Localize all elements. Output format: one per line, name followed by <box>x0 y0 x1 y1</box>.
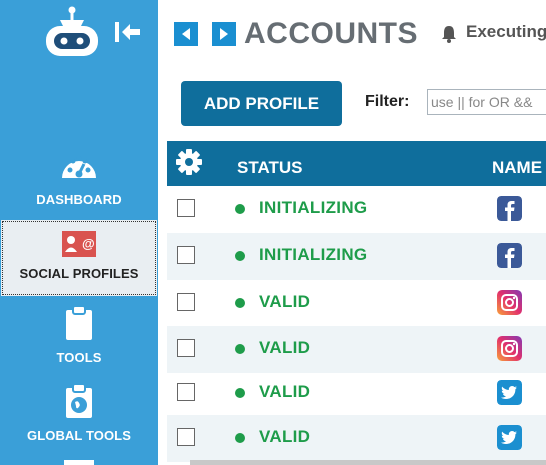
sidebar-item-label: GLOBAL TOOLS <box>26 428 131 443</box>
instagram-icon <box>497 336 522 361</box>
globe-clipboard-icon <box>66 383 92 418</box>
sidebar-item-global-tools[interactable]: GLOBAL TOOLS <box>0 383 158 447</box>
horizontal-scrollbar[interactable] <box>190 460 546 465</box>
column-header-status[interactable]: STATUS <box>237 158 302 178</box>
facebook-icon <box>497 243 522 268</box>
status-value: VALID <box>259 382 311 401</box>
table-row[interactable]: INITIALIZING <box>167 186 546 233</box>
status-value: VALID <box>259 427 311 446</box>
status-value: VALID <box>259 338 311 357</box>
social-profiles-icon: @ <box>62 231 96 257</box>
status-text: Executing <box>466 22 546 41</box>
facebook-icon <box>497 196 522 221</box>
status-value: VALID <box>259 292 311 311</box>
status-dot-icon <box>235 388 245 398</box>
arrow-right-icon <box>220 28 228 40</box>
column-header-name[interactable]: NAME <box>492 158 542 178</box>
sidebar-item-dashboard[interactable]: DASHBOARD <box>0 150 158 214</box>
add-profile-button[interactable]: ADD PROFILE <box>181 81 342 126</box>
status-dot-icon <box>235 251 245 261</box>
robot-logo-icon <box>46 6 98 56</box>
bell-icon <box>442 26 456 43</box>
gear-icon[interactable] <box>175 148 203 176</box>
filter-label: Filter: <box>365 93 410 110</box>
sidebar-next-item-icon <box>64 460 94 465</box>
nav-back-button[interactable] <box>174 22 198 46</box>
status-dot-icon <box>235 433 245 443</box>
page-title: ACCOUNTS <box>244 17 418 50</box>
row-checkbox[interactable] <box>177 428 195 446</box>
dashboard-icon <box>62 155 96 178</box>
twitter-icon <box>497 425 522 450</box>
row-checkbox[interactable] <box>177 383 195 401</box>
sidebar-item-label: TOOLS <box>56 350 102 365</box>
table-header <box>167 141 546 186</box>
collapse-sidebar-icon[interactable] <box>113 19 143 45</box>
sidebar-item-tools[interactable]: TOOLS <box>0 305 158 369</box>
table-row[interactable]: VALID <box>167 370 546 417</box>
instagram-icon <box>497 290 522 315</box>
table-row[interactable]: INITIALIZING <box>167 233 546 280</box>
twitter-icon <box>497 380 522 405</box>
row-checkbox[interactable] <box>177 199 195 217</box>
filter-input[interactable] <box>427 89 546 115</box>
arrow-left-icon <box>182 28 190 40</box>
table-row[interactable]: VALID <box>167 280 546 327</box>
row-checkbox[interactable] <box>177 246 195 264</box>
nav-forward-button[interactable] <box>212 22 236 46</box>
status-dot-icon <box>235 344 245 354</box>
sidebar-item-label: SOCIAL PROFILES <box>19 266 139 281</box>
status-value: INITIALIZING <box>259 198 368 217</box>
status-dot-icon <box>235 204 245 214</box>
sidebar: DASHBOARD @ SOCIAL PROFILES TOOLS GLOBAL… <box>0 0 158 465</box>
clipboard-icon <box>66 305 92 340</box>
svg-text:@: @ <box>82 236 95 251</box>
table-row[interactable]: VALID <box>167 415 546 462</box>
sidebar-item-label: DASHBOARD <box>36 192 122 207</box>
row-checkbox[interactable] <box>177 339 195 357</box>
status-value: INITIALIZING <box>259 245 368 264</box>
row-checkbox[interactable] <box>177 293 195 311</box>
table-row[interactable]: VALID <box>167 326 546 373</box>
sidebar-item-social-profiles[interactable]: @ SOCIAL PROFILES <box>1 220 157 296</box>
status-dot-icon <box>235 298 245 308</box>
